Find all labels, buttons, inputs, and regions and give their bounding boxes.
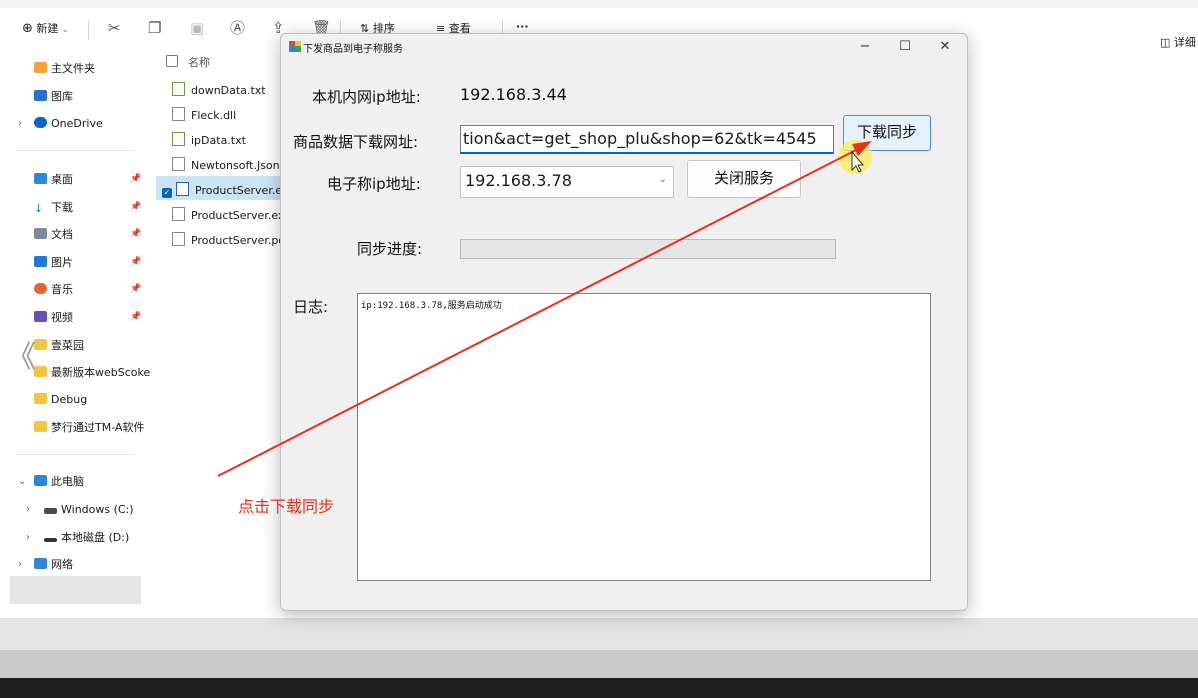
annotation-arrow <box>217 141 872 477</box>
arrow-line <box>217 147 861 477</box>
arrow-head <box>852 141 872 156</box>
annotation-text: 点击下载同步 <box>238 497 335 516</box>
